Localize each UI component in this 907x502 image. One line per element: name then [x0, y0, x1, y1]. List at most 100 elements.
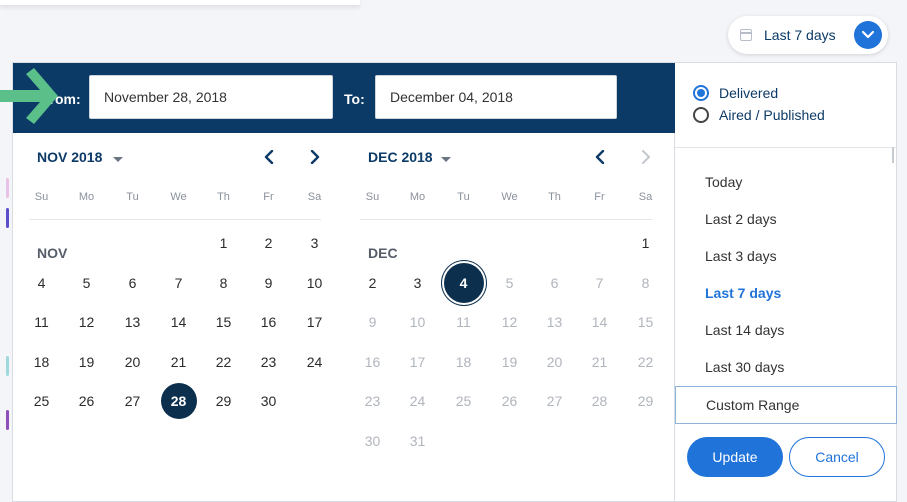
calendar-day[interactable]: 1: [201, 224, 246, 262]
calendar-day: 15: [623, 303, 668, 341]
day-number: 23: [260, 354, 277, 370]
day-number: 22: [215, 354, 232, 370]
calendar-day[interactable]: 12: [64, 303, 109, 341]
day-number: 25: [33, 393, 50, 409]
day-number: 19: [78, 354, 95, 370]
weekday-label: Su: [34, 191, 49, 203]
day-number: 16: [260, 314, 277, 330]
day-number: 30: [364, 433, 381, 449]
next-month-button[interactable]: [307, 147, 323, 167]
calendar-day[interactable]: 14: [156, 303, 201, 341]
toggle-label: Last 7 days: [764, 27, 836, 43]
calendar-day[interactable]: 25: [19, 382, 64, 420]
date-picker-panel: From: To: NOV 2018 NOV SuMoTuWeThFrSa123…: [12, 62, 676, 502]
calendar-day[interactable]: 27: [110, 382, 155, 420]
background-strip: [0, 60, 12, 502]
calendar-day[interactable]: 30: [246, 382, 291, 420]
update-button[interactable]: Update: [687, 437, 783, 477]
background-card: [0, 0, 360, 6]
calendar-day[interactable]: 19: [64, 343, 109, 381]
calendar-day[interactable]: 10: [292, 264, 337, 302]
calendar-day[interactable]: 28: [156, 382, 201, 420]
month-label: NOV: [37, 245, 68, 261]
calendar-day[interactable]: 3: [292, 224, 337, 262]
date-range-toggle[interactable]: Last 7 days: [728, 16, 888, 54]
weekday-label: Fr: [263, 191, 274, 203]
calendar-day[interactable]: 2: [246, 224, 291, 262]
calendar-day[interactable]: 5: [64, 264, 109, 302]
calendar-day[interactable]: 4: [19, 264, 64, 302]
calendar-day[interactable]: 15: [201, 303, 246, 341]
calendar-day[interactable]: 22: [201, 343, 246, 381]
calendar-day[interactable]: 11: [19, 303, 64, 341]
day-number: 11: [34, 314, 49, 330]
day-number: 1: [641, 235, 650, 251]
calendar-day[interactable]: 9: [246, 264, 291, 302]
to-label: To:: [344, 91, 365, 107]
calendar-day[interactable]: 26: [64, 382, 109, 420]
calendar-day: 31: [395, 422, 440, 460]
calendar-day[interactable]: 18: [19, 343, 64, 381]
calendar-day[interactable]: 13: [110, 303, 155, 341]
radio-aired-published[interactable]: Aired / Published: [693, 107, 825, 123]
day-number: 16: [364, 354, 381, 370]
from-date-input[interactable]: [89, 75, 333, 119]
prev-month-button[interactable]: [261, 147, 277, 167]
calendar-day[interactable]: 17: [292, 303, 337, 341]
day-number: 3: [413, 275, 422, 291]
calendar-day: 10: [395, 303, 440, 341]
day-number: 11: [456, 314, 471, 330]
calendar-day[interactable]: 7: [156, 264, 201, 302]
calendar-day[interactable]: 16: [246, 303, 291, 341]
day-number: 31: [409, 433, 426, 449]
picker-header: From: To:: [13, 63, 676, 133]
month-title[interactable]: DEC 2018: [368, 149, 433, 165]
calendar-day: 29: [623, 382, 668, 420]
calendar-day[interactable]: 24: [292, 343, 337, 381]
calendar-day[interactable]: 23: [246, 343, 291, 381]
day-number: 24: [409, 393, 426, 409]
day-number: 4: [37, 275, 46, 291]
calendar-day[interactable]: 6: [110, 264, 155, 302]
to-date-input[interactable]: [375, 75, 617, 119]
range-option-last-3-days[interactable]: Last 3 days: [705, 248, 777, 264]
caret-down-icon[interactable]: [441, 157, 451, 162]
radio-checked-icon[interactable]: [693, 85, 709, 101]
day-number: 17: [306, 314, 323, 330]
edge-marker: [6, 356, 9, 376]
prev-month-button[interactable]: [592, 147, 608, 167]
calendar-day[interactable]: 3: [395, 264, 440, 302]
caret-down-icon[interactable]: [113, 157, 123, 162]
cancel-button[interactable]: Cancel: [789, 437, 885, 477]
range-option-last-30-days[interactable]: Last 30 days: [705, 359, 784, 375]
weekday-label: Th: [548, 191, 561, 203]
custom-range-option[interactable]: Custom Range: [675, 386, 897, 424]
day-number: 5: [82, 275, 91, 291]
range-option-last-2-days[interactable]: Last 2 days: [705, 211, 777, 227]
calendar-day: 28: [577, 382, 622, 420]
month-title[interactable]: NOV 2018: [37, 149, 102, 165]
calendar-day[interactable]: 2: [350, 264, 395, 302]
day-number: 10: [306, 275, 323, 291]
range-option-last-7-days[interactable]: Last 7 days: [705, 285, 781, 301]
calendar-day[interactable]: 29: [201, 382, 246, 420]
range-option-last-14-days[interactable]: Last 14 days: [705, 322, 784, 338]
day-number: 21: [591, 354, 608, 370]
day-number: 22: [637, 354, 654, 370]
calendar-day[interactable]: 20: [110, 343, 155, 381]
calendar-day[interactable]: 8: [201, 264, 246, 302]
radio-delivered[interactable]: Delivered: [693, 85, 778, 101]
day-number: 24: [306, 354, 323, 370]
calendar-day[interactable]: 4: [441, 263, 486, 303]
calendar-december: DEC 2018 DEC Su Mo Tu We Th Fr Sa 1 2 3 4 5 6 7 8 9 10 11…: [344, 133, 662, 502]
scrollbar[interactable]: [892, 147, 894, 163]
chevron-down-icon[interactable]: [854, 21, 882, 49]
calendar-day[interactable]: 21: [156, 343, 201, 381]
calendar-day[interactable]: 1: [623, 224, 668, 262]
range-option-today[interactable]: Today: [705, 174, 742, 190]
weekday-label: Mo: [409, 191, 426, 203]
day-number: 15: [215, 314, 232, 330]
edge-marker: [6, 178, 9, 198]
radio-unchecked-icon[interactable]: [693, 107, 709, 123]
next-month-button[interactable]: [638, 147, 654, 167]
